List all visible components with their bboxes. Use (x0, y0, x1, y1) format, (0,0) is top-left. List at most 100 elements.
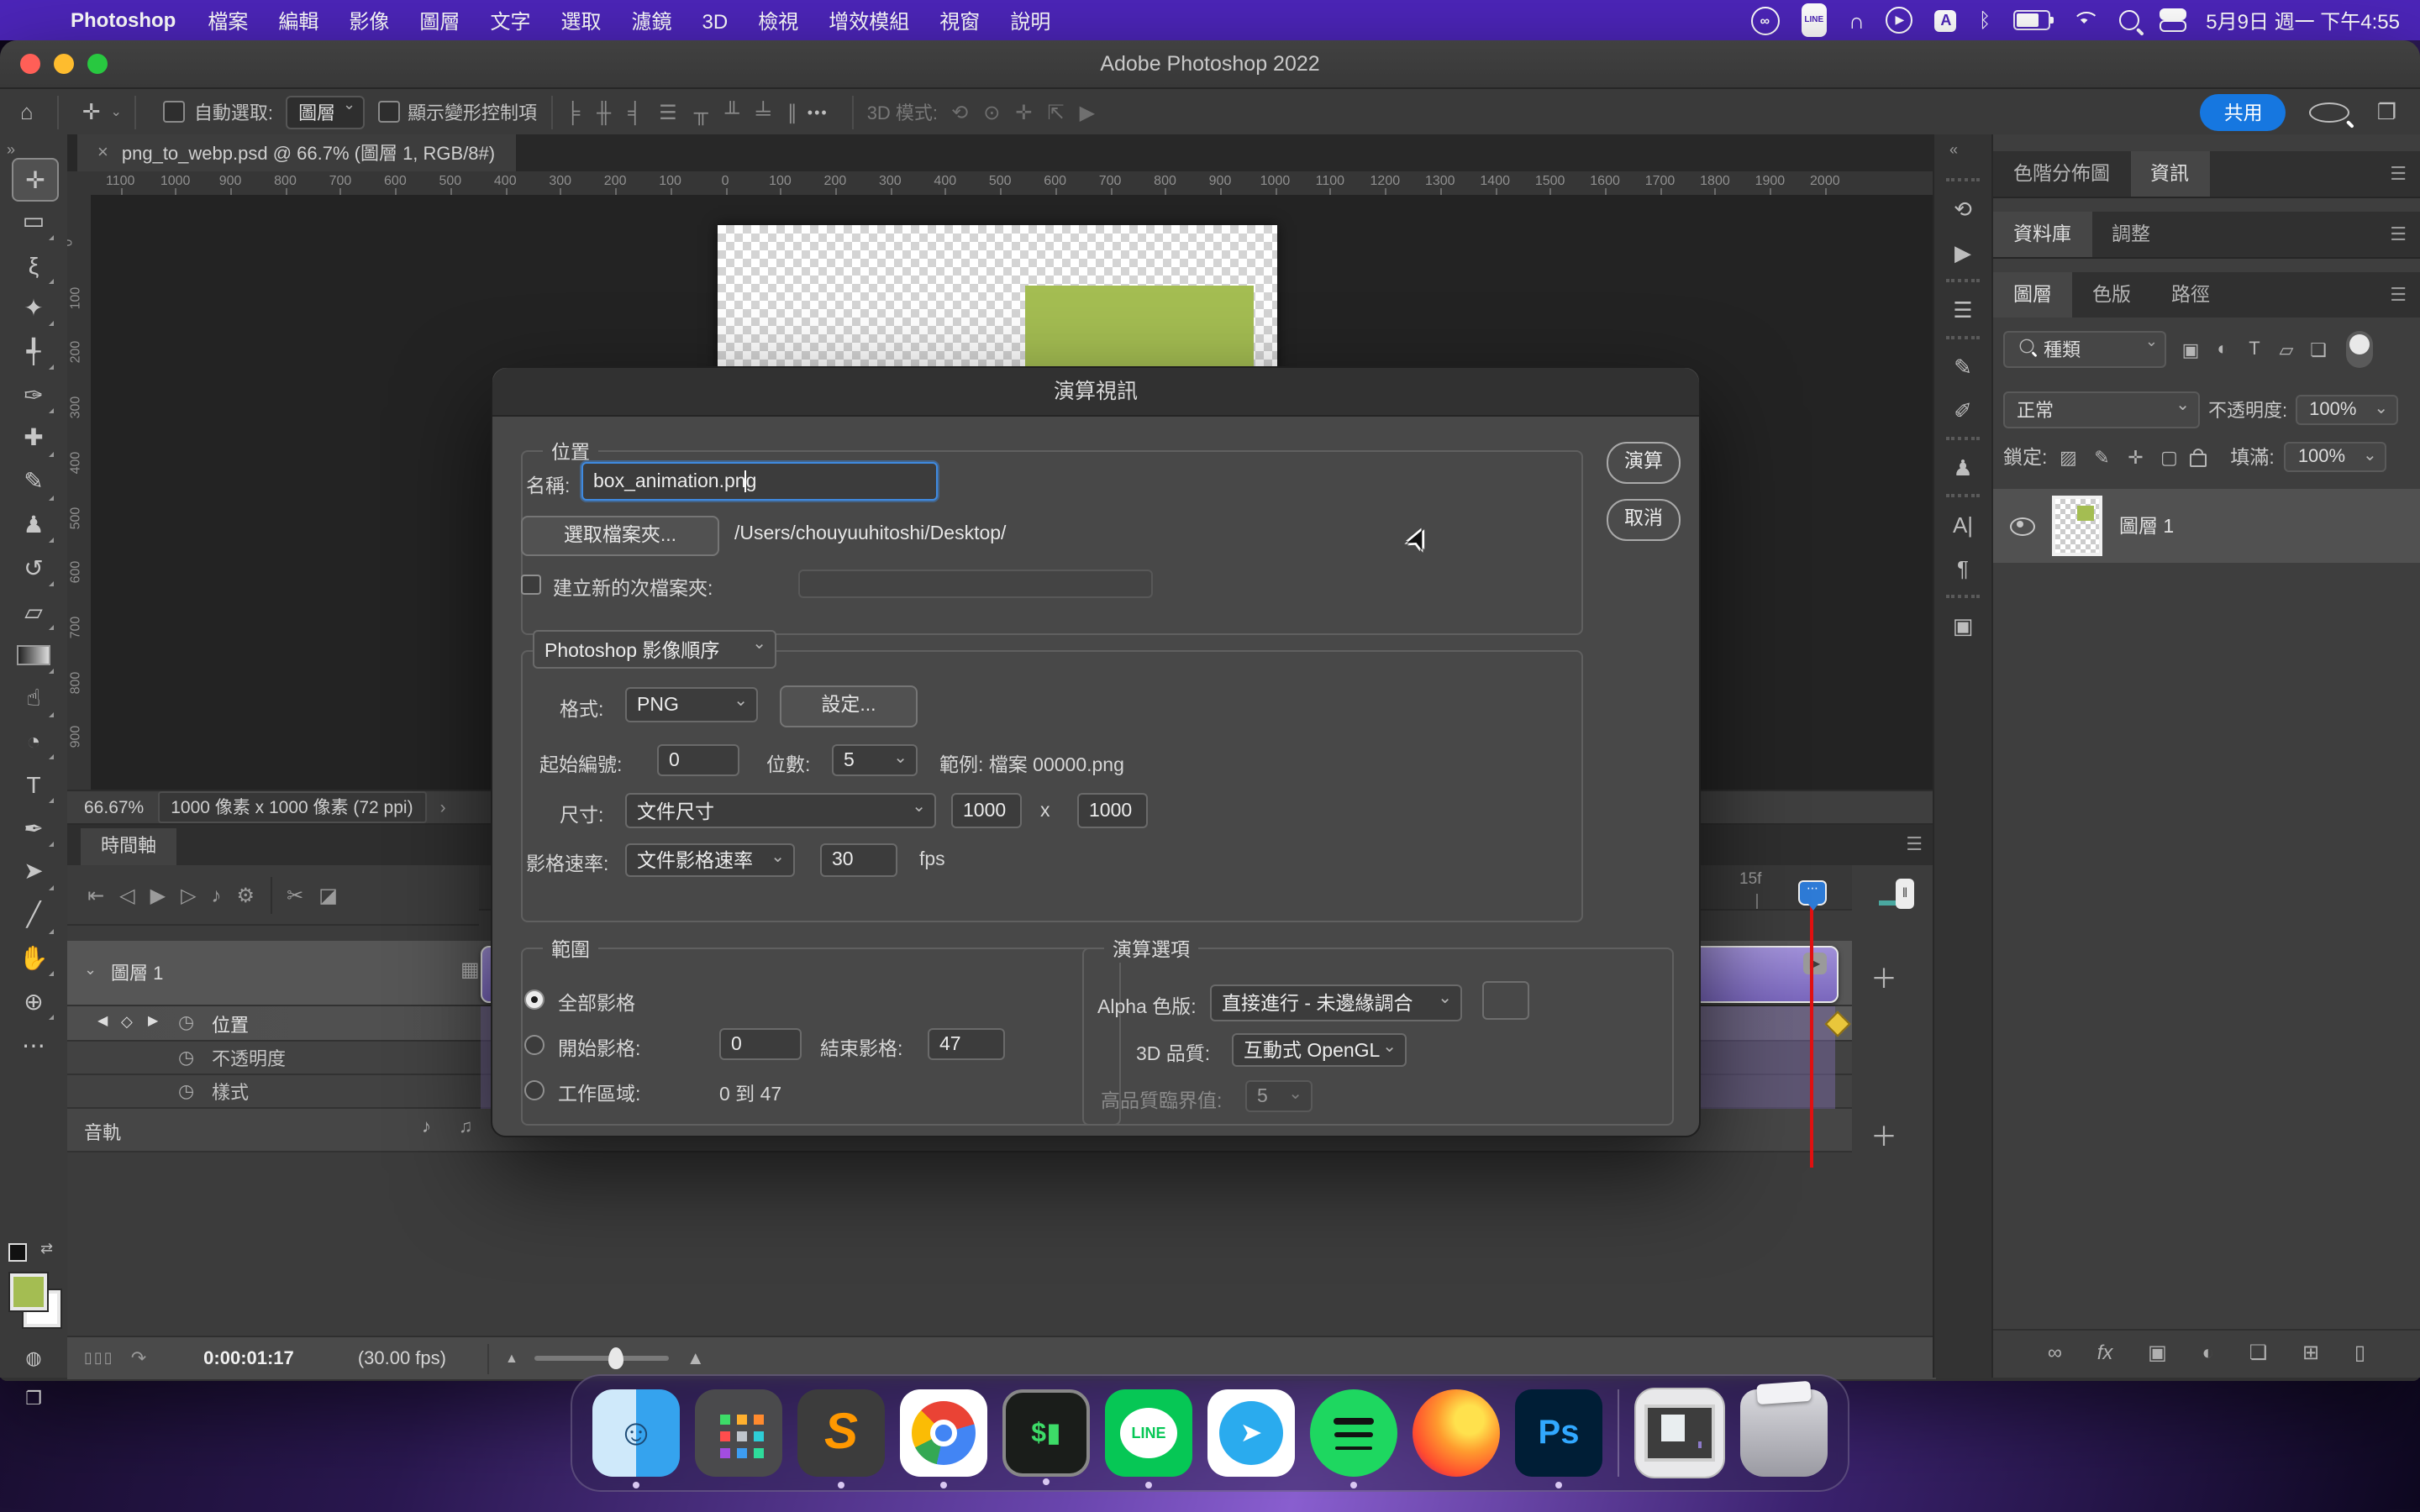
show-transform-controls-checkbox[interactable] (377, 101, 399, 123)
dock-item-minimized-window[interactable] (1634, 1388, 1725, 1478)
actions-panel-button[interactable]: ▶ (1943, 235, 1983, 272)
mute-audio-button[interactable]: ♪ (212, 883, 222, 906)
video-track-label[interactable]: 圖層 1 (111, 959, 163, 986)
search-icon[interactable] (2310, 102, 2350, 122)
panel-tab-路徑[interactable]: 路徑 (2151, 272, 2230, 318)
menu-item-濾鏡[interactable]: 濾鏡 (617, 9, 687, 33)
start-number-input[interactable]: 0 (657, 744, 739, 776)
gradient-tool[interactable] (12, 635, 55, 675)
link-layers-button[interactable]: ∞ (2048, 1341, 2062, 1364)
layer-filter-icon-2[interactable]: T (2240, 339, 2269, 360)
ptabs2-menu-icon[interactable]: ☰ (2390, 223, 2407, 245)
flipbook-icon[interactable]: ↷ (131, 1347, 146, 1369)
clip-play-badge-icon[interactable]: ▶ (1803, 953, 1827, 974)
dock-item-photoshop[interactable]: Ps (1515, 1389, 1602, 1477)
playhead-marker[interactable]: ⋯ (1798, 880, 1827, 906)
smudge-tool[interactable]: ☝ (12, 678, 55, 718)
foreground-color-swatch[interactable] (10, 1273, 47, 1310)
wifi-icon[interactable] (2071, 11, 2096, 29)
mode3d-icon-3[interactable]: ⇱ (1047, 100, 1064, 123)
menu-item-3D[interactable]: 3D (687, 9, 744, 33)
dock-item-finder[interactable]: ☺ (592, 1389, 680, 1477)
swap-colors-icon[interactable]: ⇄ (40, 1240, 53, 1258)
eyedropper-tool[interactable]: ✑ (12, 375, 55, 415)
layer-filter-icon-0[interactable]: ▣ (2176, 339, 2205, 360)
fill-dropdown[interactable]: 100% (2285, 442, 2387, 472)
clone-source-panel-button[interactable]: ♟ (1943, 450, 1983, 487)
brush-tool[interactable]: ✎ (12, 461, 55, 501)
lock-icon-1[interactable]: ✎ (2091, 446, 2112, 468)
mode3d-icon-1[interactable]: ⊙ (983, 100, 1000, 123)
type-tool[interactable]: T (12, 764, 55, 805)
threed-panel-button[interactable]: ▣ (1943, 608, 1983, 645)
dock-item-launchpad[interactable] (695, 1389, 782, 1477)
position-stopwatch-icon[interactable]: ◷ (178, 1011, 194, 1033)
lasso-tool[interactable]: ξ (12, 244, 55, 285)
add-layer-mask-button[interactable]: ▣ (2148, 1341, 2167, 1364)
add-video-track-button[interactable]: ＋ (1852, 956, 1916, 996)
character-panel-button[interactable]: A| (1943, 507, 1983, 544)
history-brush-tool[interactable]: ↺ (12, 548, 55, 588)
blend-mode-dropdown[interactable]: 正常 (2003, 391, 2200, 428)
lock-icon-3[interactable]: ▢ (2158, 446, 2180, 468)
properties-panel-button[interactable]: ☰ (1943, 292, 1983, 329)
style-stopwatch-icon[interactable]: ◷ (178, 1080, 194, 1102)
opacity-stopwatch-icon[interactable]: ◷ (178, 1047, 194, 1068)
timeline-zoom-slider[interactable] (535, 1356, 670, 1361)
hand-tool[interactable]: ✋ (12, 938, 55, 979)
layer-filter-icon-3[interactable]: ▱ (2272, 339, 2301, 360)
creative-cloud-icon[interactable]: ∞ (1750, 6, 1779, 34)
auto-select-target-dropdown[interactable]: 圖層 (285, 95, 364, 129)
more-options-icon[interactable]: ••• (797, 103, 839, 120)
brushes-panel-button[interactable]: ✐ (1943, 393, 1983, 430)
app-menu[interactable]: Photoshop (71, 8, 176, 32)
next-keyframe-icon[interactable]: ▶ (148, 1013, 158, 1028)
digits-dropdown[interactable]: 5 (832, 744, 918, 776)
dock-item-trash[interactable] (1740, 1389, 1828, 1477)
prev-keyframe-icon[interactable]: ◀ (97, 1013, 108, 1028)
filmstrip-icon[interactable]: ▦ (460, 958, 480, 981)
dock-item-spotify[interactable] (1310, 1389, 1397, 1477)
quick-mask-button[interactable]: ◍ (12, 1337, 55, 1378)
document-tab[interactable]: × png_to_webp.psd @ 66.7% (圖層 1, RGB/8#) (77, 134, 515, 171)
create-subfolder-checkbox[interactable] (521, 575, 541, 595)
width-input[interactable]: 1000 (951, 793, 1022, 828)
menu-item-視窗[interactable]: 視窗 (924, 9, 995, 33)
mode3d-icon-4[interactable]: ▶ (1080, 100, 1095, 123)
control-center-icon[interactable] (2160, 8, 2184, 32)
status-chevron-icon[interactable]: › (440, 797, 446, 817)
menu-item-文字[interactable]: 文字 (475, 9, 545, 33)
playback-status-icon[interactable]: ▶ (1886, 7, 1913, 34)
menu-item-選取[interactable]: 選取 (545, 9, 616, 33)
panels-collapse-icon[interactable]: « (1949, 141, 1958, 158)
pen-tool[interactable]: ✒ (12, 808, 55, 848)
frame-rate-dropdown[interactable]: 文件影格速率 (625, 843, 795, 877)
align-icon-3[interactable]: ☰ (659, 100, 677, 123)
select-folder-button[interactable]: 選取檔案夾... (521, 516, 719, 556)
menu-item-說明[interactable]: 說明 (995, 9, 1065, 33)
alpha-dropdown[interactable]: 直接進行 - 未邊緣調合 (1210, 984, 1462, 1021)
history-panel-button[interactable]: ⟲ (1943, 192, 1983, 228)
next-frame-button[interactable]: ▷ (181, 883, 196, 906)
eraser-tool[interactable]: ▱ (12, 591, 55, 632)
new-layer-button[interactable]: ⊞ (2302, 1341, 2319, 1364)
zoom-level[interactable]: 66.67% (84, 797, 144, 817)
layer-name[interactable]: 圖層 1 (2119, 512, 2174, 539)
screen-mode-button[interactable]: ❐ (12, 1378, 55, 1418)
layer-filter-icon-1[interactable]: ◐ (2208, 339, 2237, 360)
path-selection-tool[interactable]: ➤ (12, 852, 55, 892)
input-source-icon[interactable]: A (1935, 9, 1957, 31)
add-audio-track-button[interactable]: ＋ (1852, 1114, 1916, 1154)
dock-item-telegram[interactable]: ➤ (1207, 1389, 1295, 1477)
zoom-out-timeline-icon[interactable]: ▲ (505, 1351, 518, 1366)
start-frame-input[interactable]: 0 (719, 1028, 802, 1060)
menu-item-增效模組[interactable]: 增效模組 (813, 9, 924, 33)
lock-all-icon[interactable] (2190, 454, 2207, 467)
paragraph-panel-button[interactable]: ¶ (1943, 551, 1983, 588)
fps-input[interactable]: 30 (820, 843, 897, 877)
tool-preset-chevron-icon[interactable]: ⌄ (111, 104, 122, 119)
frame-range-radio[interactable] (524, 1035, 544, 1055)
toolbar-expand-icon[interactable]: » (7, 141, 15, 158)
battery-icon[interactable] (2012, 10, 2049, 30)
delete-layer-button[interactable]: ▯ (2354, 1341, 2365, 1364)
